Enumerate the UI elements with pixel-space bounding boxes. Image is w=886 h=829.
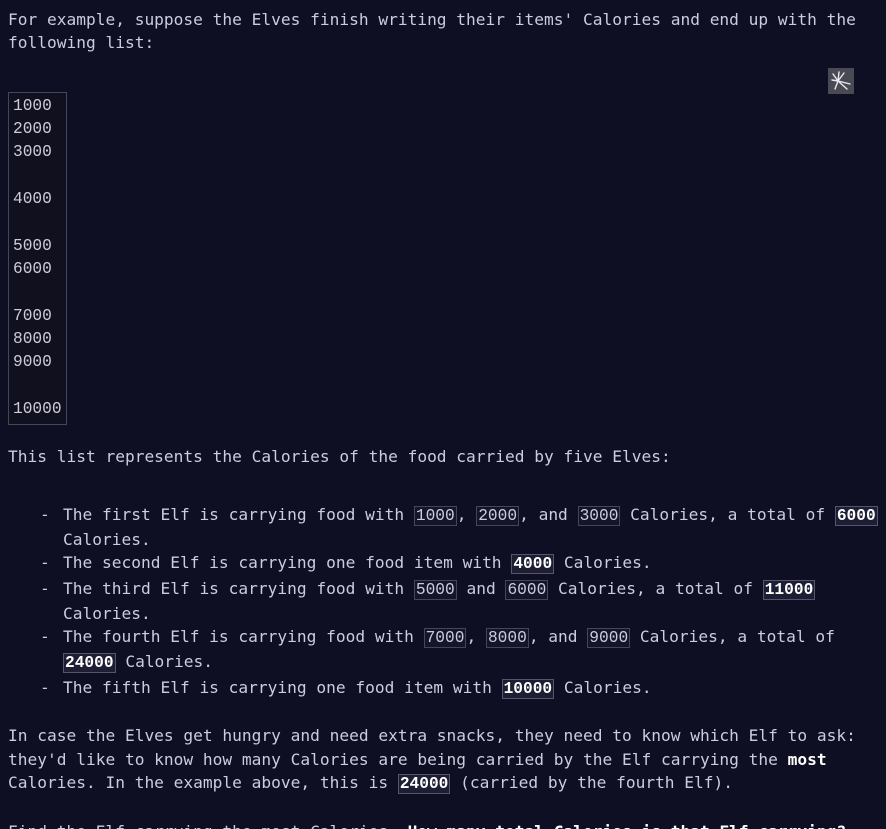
sparkle-icon: [828, 68, 854, 94]
body-text: The second Elf is carrying one food item…: [63, 553, 511, 572]
inline-code-value: 2000: [476, 506, 519, 526]
body-text: and: [457, 579, 506, 598]
inline-code-value: 8000: [486, 628, 529, 648]
list-spacer: [8, 492, 878, 503]
hungry-paragraph: In case the Elves get hungry and need ex…: [8, 724, 878, 796]
list-item: -The fifth Elf is carrying one food item…: [8, 676, 878, 701]
inline-code-emphasis-value: 24000: [63, 653, 116, 673]
body-text: Calories.: [63, 604, 151, 623]
body-text: Calories, a total of: [548, 579, 762, 598]
calorie-list-code-block: 1000 2000 3000 4000 5000 6000 7000 8000 …: [8, 92, 67, 425]
elf-summary-list: -The first Elf is carrying food with 100…: [8, 503, 878, 701]
body-text: The fourth Elf is carrying food with: [63, 627, 424, 646]
body-text: Calories.: [116, 652, 213, 671]
inline-code-emphasis-value: 6000: [835, 506, 878, 526]
inline-code-value: 6000: [505, 580, 548, 600]
body-text: (carried by the fourth Elf).: [450, 773, 733, 792]
body-text: ,: [466, 627, 486, 646]
puzzle-page: For example, suppose the Elves finish wr…: [0, 0, 886, 829]
body-text: Calories.: [554, 553, 651, 572]
body-text: Find the Elf carrying the most Calories.: [8, 822, 408, 829]
body-text: , and: [519, 505, 577, 524]
body-text: The first Elf is carrying food with: [63, 505, 414, 524]
list-bullet-dash: -: [40, 625, 63, 648]
inline-code-value: 3000: [578, 506, 621, 526]
list-item: -The third Elf is carrying food with 500…: [8, 577, 878, 626]
body-text: , and: [529, 627, 587, 646]
list-item: -The fourth Elf is carrying food with 70…: [8, 625, 878, 676]
body-text: The fifth Elf is carrying one food item …: [63, 678, 502, 697]
list-bullet-dash: -: [40, 577, 63, 600]
inline-code-emphasis-value: 10000: [502, 679, 555, 699]
emphasis-text: How many total Calories is that Elf carr…: [408, 822, 847, 829]
body-text: Calories.: [63, 530, 151, 549]
inline-code-emphasis-value: 24000: [398, 774, 451, 794]
inline-code-value: 5000: [414, 580, 457, 600]
list-item: -The first Elf is carrying food with 100…: [8, 503, 878, 552]
list-bullet-dash: -: [40, 551, 63, 574]
list-intro-paragraph: This list represents the Calories of the…: [8, 445, 878, 468]
intro-paragraph: For example, suppose the Elves finish wr…: [8, 8, 878, 55]
inline-code-value: 9000: [587, 628, 630, 648]
body-text: Calories, a total of: [630, 627, 835, 646]
emphasis-text: most: [788, 750, 827, 769]
list-bullet-dash: -: [40, 676, 63, 699]
body-text: Calories.: [554, 678, 651, 697]
body-text: ,: [457, 505, 477, 524]
inline-code-emphasis-value: 4000: [511, 554, 554, 574]
list-item: -The second Elf is carrying one food ite…: [8, 551, 878, 576]
body-text: Calories, a total of: [620, 505, 834, 524]
list-bullet-dash: -: [40, 503, 63, 526]
inline-code-value: 7000: [424, 628, 467, 648]
body-text: In case the Elves get hungry and need ex…: [8, 726, 866, 768]
body-text: The third Elf is carrying food with: [63, 579, 414, 598]
inline-code-emphasis-value: 11000: [763, 580, 816, 600]
sparkle-icon-glyph: [828, 68, 854, 94]
inline-code-value: 1000: [414, 506, 457, 526]
